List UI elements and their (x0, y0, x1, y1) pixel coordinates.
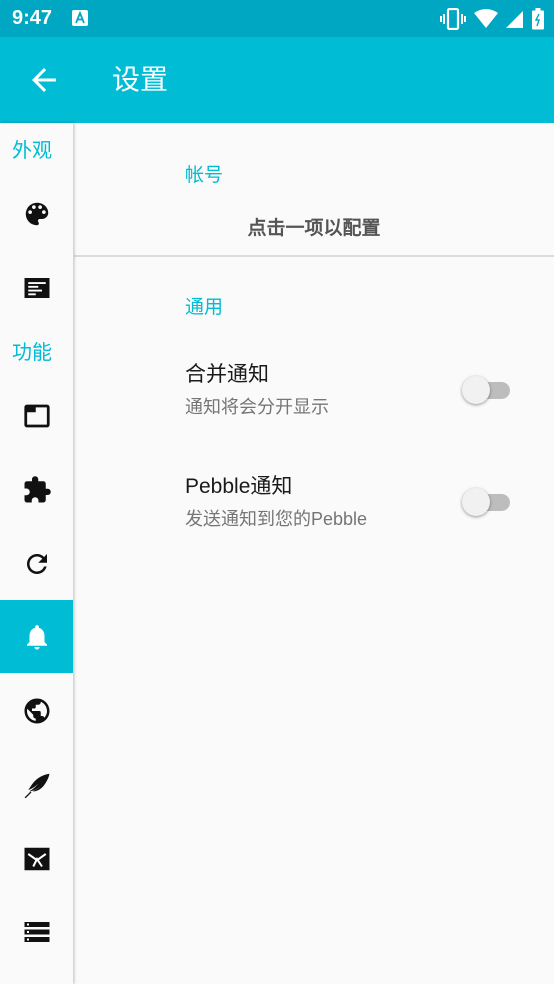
section-divider (74, 255, 554, 257)
switch-thumb (462, 488, 490, 516)
back-arrow-icon[interactable] (26, 62, 62, 98)
sidebar-item-language[interactable] (0, 674, 73, 747)
status-icons (440, 8, 544, 30)
sidebar-item-window[interactable] (0, 379, 73, 452)
merge-notifications-switch[interactable] (462, 375, 514, 405)
accounts-section-title: 帐号 (185, 164, 224, 186)
pref-summary: 通知将会分开显示 (185, 397, 329, 417)
sidebar-item-mail[interactable] (0, 822, 73, 895)
pref-summary: 发送通知到您的Pebble (185, 509, 368, 529)
status-time: 9:47 (12, 7, 53, 29)
sidebar-category-features: 功能 (12, 340, 52, 364)
refresh-icon (26, 553, 47, 574)
list-icon (24, 921, 49, 942)
extension-icon (24, 475, 51, 502)
battery-icon (532, 8, 544, 30)
wifi-icon (474, 9, 498, 28)
sidebar-item-extensions[interactable] (0, 453, 73, 526)
article-icon (24, 277, 49, 298)
sidebar-item-theme[interactable] (0, 177, 73, 250)
envelope-icon (24, 847, 49, 870)
pebble-notifications-switch[interactable] (462, 487, 514, 517)
sidebar-item-sync[interactable] (0, 527, 73, 600)
pref-title: 合并通知 (185, 363, 269, 386)
accounts-hint[interactable]: 点击一项以配置 (74, 215, 554, 241)
settings-sidebar: 外观 功能 (0, 123, 73, 984)
sidebar-item-writing[interactable] (0, 748, 73, 821)
sidebar-item-layout[interactable] (0, 251, 73, 324)
palette-icon (25, 202, 48, 225)
general-section-title: 通用 (185, 296, 224, 318)
cell-signal-icon (506, 11, 523, 28)
sidebar-item-notifications[interactable] (0, 600, 73, 673)
app-bar: 设置 (0, 37, 554, 123)
status-bar: 9:47 (0, 0, 554, 37)
pref-title: Pebble通知 (185, 475, 293, 498)
globe-icon (24, 698, 49, 723)
sidebar-category-appearance: 外观 (12, 138, 52, 162)
notification-a-icon (72, 10, 88, 26)
feather-icon (24, 773, 49, 798)
settings-content: 帐号 点击一项以配置 通用 合并通知 通知将会分开显示 Pebble通知 发送通… (74, 123, 554, 984)
page-title: 设置 (112, 63, 169, 96)
window-icon (23, 404, 50, 427)
sidebar-item-storage[interactable] (0, 895, 73, 968)
switch-thumb (462, 376, 490, 404)
vibrate-icon (440, 8, 466, 30)
bell-icon (26, 624, 47, 649)
